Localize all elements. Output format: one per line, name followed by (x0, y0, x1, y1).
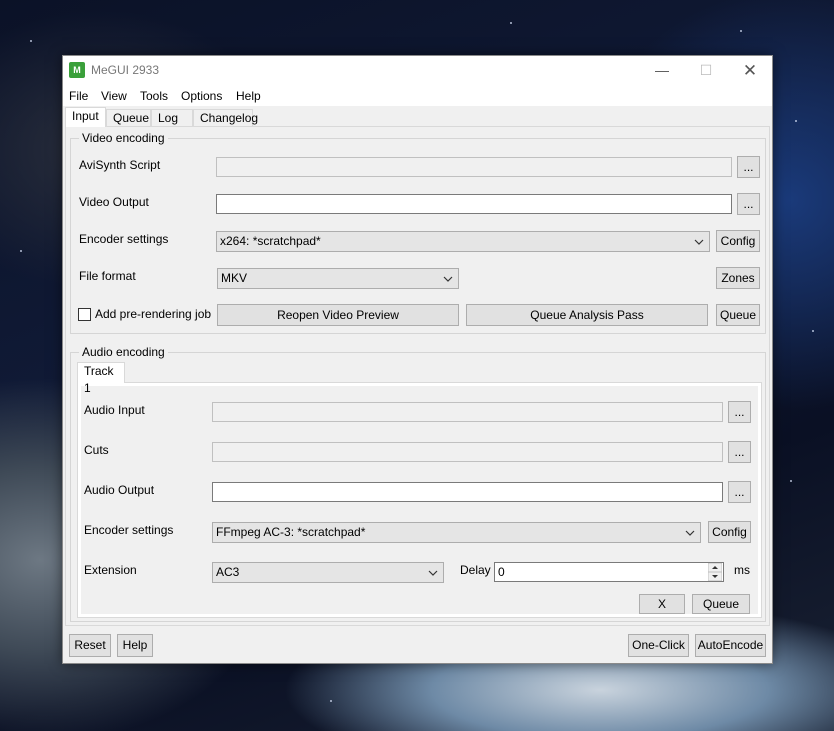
audio-output-browse-button[interactable]: ... (728, 481, 751, 503)
chevron-down-icon (428, 570, 438, 576)
one-click-button[interactable]: One-Click (628, 634, 689, 657)
spinner-arrows-icon[interactable] (708, 563, 722, 581)
star (330, 700, 332, 702)
file-format-value: MKV (221, 271, 248, 285)
extension-select[interactable]: AC3 (212, 562, 444, 583)
menu-options[interactable]: Options (181, 89, 222, 103)
audio-encoder-select[interactable]: FFmpeg AC-3: *scratchpad* (212, 522, 701, 543)
reset-button[interactable]: Reset (69, 634, 111, 657)
menu-tools[interactable]: Tools (140, 89, 168, 103)
track-1-content: Audio Input ... Cuts ... Audio Output ..… (81, 386, 758, 614)
star (790, 480, 792, 482)
help-button[interactable]: Help (117, 634, 153, 657)
audio-remove-track-button[interactable]: X (639, 594, 685, 614)
cuts-label: Cuts (84, 443, 109, 457)
video-output-field[interactable] (216, 194, 732, 214)
star (740, 30, 742, 32)
chevron-down-icon (685, 530, 695, 536)
track-1-panel: Audio Input ... Cuts ... Audio Output ..… (77, 382, 762, 618)
star (20, 250, 22, 252)
video-output-label: Video Output (79, 195, 149, 209)
star (30, 40, 32, 42)
audio-input-label: Audio Input (84, 403, 145, 417)
close-button[interactable]: ✕ (728, 56, 772, 85)
zones-button[interactable]: Zones (716, 267, 760, 289)
star (812, 330, 814, 332)
tab-log[interactable]: Log (151, 109, 193, 126)
prerender-checkbox[interactable] (78, 308, 91, 321)
file-format-select[interactable]: MKV (217, 268, 459, 289)
delay-value: 0 (498, 565, 505, 579)
avisynth-script-label: AviSynth Script (79, 158, 161, 172)
chevron-down-icon (443, 276, 453, 282)
audio-input-field[interactable] (212, 402, 723, 422)
video-output-browse-button[interactable]: ... (737, 193, 760, 215)
audio-encoder-settings-label: Encoder settings (84, 523, 174, 537)
reopen-video-preview-button[interactable]: Reopen Video Preview (217, 304, 459, 326)
audio-encoding-title: Audio encoding (79, 345, 168, 359)
title-bar[interactable]: M MeGUI 2933 — ☐ ✕ (63, 56, 772, 86)
minimize-button[interactable]: — (640, 56, 684, 85)
menu-view[interactable]: View (101, 89, 127, 103)
cuts-browse-button[interactable]: ... (728, 441, 751, 463)
star (510, 22, 512, 24)
video-encoder-select[interactable]: x264: *scratchpad* (216, 231, 710, 252)
audio-encoding-group: Audio encoding Track 1 Audio Input ... C… (70, 345, 766, 622)
maximize-button[interactable]: ☐ (684, 56, 728, 85)
video-config-button[interactable]: Config (716, 230, 760, 252)
video-encoding-group: Video encoding AviSynth Script ... Video… (70, 131, 766, 334)
video-encoding-title: Video encoding (79, 131, 168, 145)
file-format-label: File format (79, 269, 136, 283)
input-tab-panel: Video encoding AviSynth Script ... Video… (65, 126, 770, 626)
queue-analysis-pass-button[interactable]: Queue Analysis Pass (466, 304, 708, 326)
delay-spinner[interactable]: 0 (494, 562, 724, 582)
extension-label: Extension (84, 563, 137, 577)
app-icon: M (69, 62, 85, 78)
cuts-field[interactable] (212, 442, 723, 462)
tab-input[interactable]: Input (65, 107, 106, 127)
tab-queue[interactable]: Queue (106, 109, 151, 126)
video-queue-button[interactable]: Queue (716, 304, 760, 326)
window-title: MeGUI 2933 (91, 63, 160, 77)
extension-value: AC3 (216, 565, 240, 579)
menu-file[interactable]: File (69, 89, 88, 103)
audio-encoder-value: FFmpeg AC-3: *scratchpad* (216, 525, 366, 539)
autoencode-button[interactable]: AutoEncode (695, 634, 766, 657)
avisynth-script-field[interactable] (216, 157, 732, 177)
star (795, 120, 797, 122)
audio-queue-button[interactable]: Queue (692, 594, 750, 614)
audio-config-button[interactable]: Config (708, 521, 751, 543)
delay-label: Delay (460, 563, 491, 577)
chevron-down-icon (694, 239, 704, 245)
audio-output-label: Audio Output (84, 483, 155, 497)
menu-help[interactable]: Help (236, 89, 261, 103)
delay-unit-label: ms (734, 563, 750, 577)
video-encoder-value: x264: *scratchpad* (220, 234, 321, 248)
tab-changelog[interactable]: Changelog (193, 109, 258, 126)
megui-window: M MeGUI 2933 — ☐ ✕ File View Tools Optio… (62, 55, 773, 664)
video-encoder-settings-label: Encoder settings (79, 232, 169, 246)
menu-bar: File View Tools Options Help (63, 86, 772, 106)
audio-input-browse-button[interactable]: ... (728, 401, 751, 423)
prerender-label: Add pre-rendering job (95, 307, 212, 321)
avisynth-browse-button[interactable]: ... (737, 156, 760, 178)
tab-track-1[interactable]: Track 1 (77, 362, 125, 395)
audio-output-field[interactable] (212, 482, 723, 502)
